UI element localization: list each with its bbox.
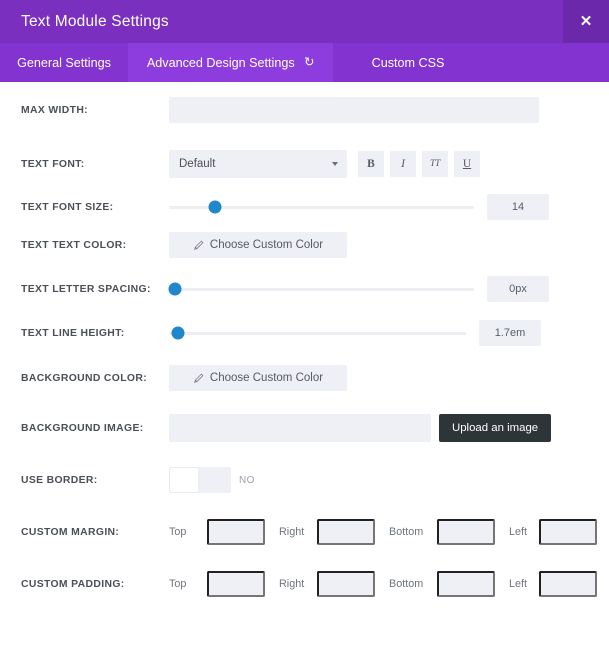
- reset-icon[interactable]: ↺: [304, 55, 314, 69]
- padding-right-label: Right: [279, 578, 305, 590]
- text-text-color-button-label: Choose Custom Color: [209, 239, 324, 251]
- text-text-color-button[interactable]: Choose Custom Color: [169, 232, 347, 258]
- use-border-label: USE BORDER:: [21, 474, 98, 486]
- tab-label: Custom CSS: [371, 55, 445, 70]
- text-font-value: Default: [179, 158, 216, 170]
- toggle-knob: [170, 468, 198, 492]
- pencil-icon: [193, 240, 204, 250]
- text-letter-spacing-label: TEXT LETTER SPACING:: [21, 283, 151, 295]
- tab-label: General Settings: [17, 55, 111, 70]
- row-text-font: TEXT FONT: Default B I TT U: [0, 138, 609, 190]
- text-font-label: TEXT FONT:: [21, 158, 85, 170]
- row-max-width: MAX WIDTH:: [0, 82, 609, 138]
- row-text-text-color: TEXT TEXT COLOR: Choose Custom Color: [0, 224, 609, 266]
- margin-left-label: Left: [509, 526, 528, 538]
- margin-top-label: Top: [169, 526, 187, 538]
- padding-right-input[interactable]: [317, 571, 375, 597]
- row-use-border: USE BORDER: NO: [0, 454, 609, 506]
- margin-left-input[interactable]: [539, 519, 597, 545]
- row-background-image: BACKGROUND IMAGE: Upload an image: [0, 402, 609, 454]
- custom-margin-inputs: Top Right Bottom Left: [169, 519, 599, 545]
- modal-header: Text Module Settings ✕: [0, 0, 609, 43]
- custom-padding-label: CUSTOM PADDING:: [21, 578, 125, 590]
- text-letter-spacing-slider[interactable]: [168, 280, 474, 298]
- slider-thumb[interactable]: [168, 282, 182, 296]
- pencil-icon: [193, 373, 204, 383]
- uppercase-button[interactable]: TT: [422, 151, 448, 177]
- chevron-down-icon: [332, 162, 338, 166]
- slider-track: [169, 287, 474, 291]
- bold-button[interactable]: B: [358, 151, 384, 177]
- page-title: Text Module Settings: [21, 12, 169, 30]
- tab-label: Advanced Design Settings: [146, 55, 295, 70]
- toggle-state-label: NO: [239, 474, 255, 486]
- font-style-buttons: B I TT U: [358, 151, 480, 177]
- background-color-button-label: Choose Custom Color: [209, 372, 324, 384]
- close-icon: ✕: [579, 13, 593, 30]
- background-image-input[interactable]: [169, 414, 431, 442]
- slider-track: [169, 331, 466, 335]
- padding-bottom-label: Bottom: [389, 578, 424, 590]
- background-image-label: BACKGROUND IMAGE:: [21, 422, 144, 434]
- text-text-color-label: TEXT TEXT COLOR:: [21, 239, 127, 251]
- max-width-label: MAX WIDTH:: [21, 104, 88, 116]
- row-custom-margin: CUSTOM MARGIN: Top Right Bottom Left: [0, 506, 609, 558]
- row-text-line-height: TEXT LINE HEIGHT: 1.7em: [0, 312, 609, 354]
- padding-bottom-input[interactable]: [437, 571, 495, 597]
- row-text-font-size: TEXT FONT SIZE: 14: [0, 190, 609, 224]
- margin-right-label: Right: [279, 526, 305, 538]
- text-line-height-value[interactable]: 1.7em: [479, 320, 541, 346]
- tab-advanced-design-settings[interactable]: Advanced Design Settings ↺: [128, 43, 333, 82]
- text-line-height-label: TEXT LINE HEIGHT:: [21, 327, 125, 339]
- row-background-color: BACKGROUND COLOR: Choose Custom Color: [0, 354, 609, 402]
- row-custom-padding: CUSTOM PADDING: Top Right Bottom Left: [0, 558, 609, 610]
- slider-thumb[interactable]: [208, 200, 222, 214]
- margin-bottom-input[interactable]: [437, 519, 495, 545]
- use-border-toggle[interactable]: NO: [169, 467, 255, 493]
- upload-image-button[interactable]: Upload an image: [439, 414, 552, 442]
- text-letter-spacing-value[interactable]: 0px: [487, 276, 549, 302]
- margin-top-input[interactable]: [207, 519, 265, 545]
- margin-right-input[interactable]: [317, 519, 375, 545]
- background-color-button[interactable]: Choose Custom Color: [169, 365, 347, 391]
- margin-bottom-label: Bottom: [389, 526, 424, 538]
- slider-thumb[interactable]: [171, 326, 185, 340]
- custom-padding-inputs: Top Right Bottom Left: [169, 571, 599, 597]
- row-text-letter-spacing: TEXT LETTER SPACING: 0px: [0, 266, 609, 312]
- tab-bar: General Settings Advanced Design Setting…: [0, 43, 609, 82]
- text-font-size-value[interactable]: 14: [487, 194, 549, 220]
- text-module-settings-modal: Text Module Settings ✕ General Settings …: [0, 0, 609, 659]
- text-font-select[interactable]: Default: [169, 150, 347, 178]
- italic-button[interactable]: I: [390, 151, 416, 177]
- custom-margin-label: CUSTOM MARGIN:: [21, 526, 120, 538]
- padding-left-input[interactable]: [539, 571, 597, 597]
- max-width-input[interactable]: [169, 97, 539, 123]
- padding-top-input[interactable]: [207, 571, 265, 597]
- background-color-label: BACKGROUND COLOR:: [21, 372, 148, 384]
- text-line-height-slider[interactable]: [169, 324, 466, 342]
- tab-general-settings[interactable]: General Settings: [0, 43, 128, 82]
- text-font-size-slider[interactable]: [169, 198, 474, 216]
- settings-form: MAX WIDTH: TEXT FONT: Default B I TT U T…: [0, 82, 609, 610]
- text-font-size-label: TEXT FONT SIZE:: [21, 201, 114, 213]
- padding-left-label: Left: [509, 578, 528, 590]
- tab-custom-css[interactable]: Custom CSS: [333, 43, 483, 82]
- padding-top-label: Top: [169, 578, 187, 590]
- close-button[interactable]: ✕: [563, 0, 609, 43]
- underline-button[interactable]: U: [454, 151, 480, 177]
